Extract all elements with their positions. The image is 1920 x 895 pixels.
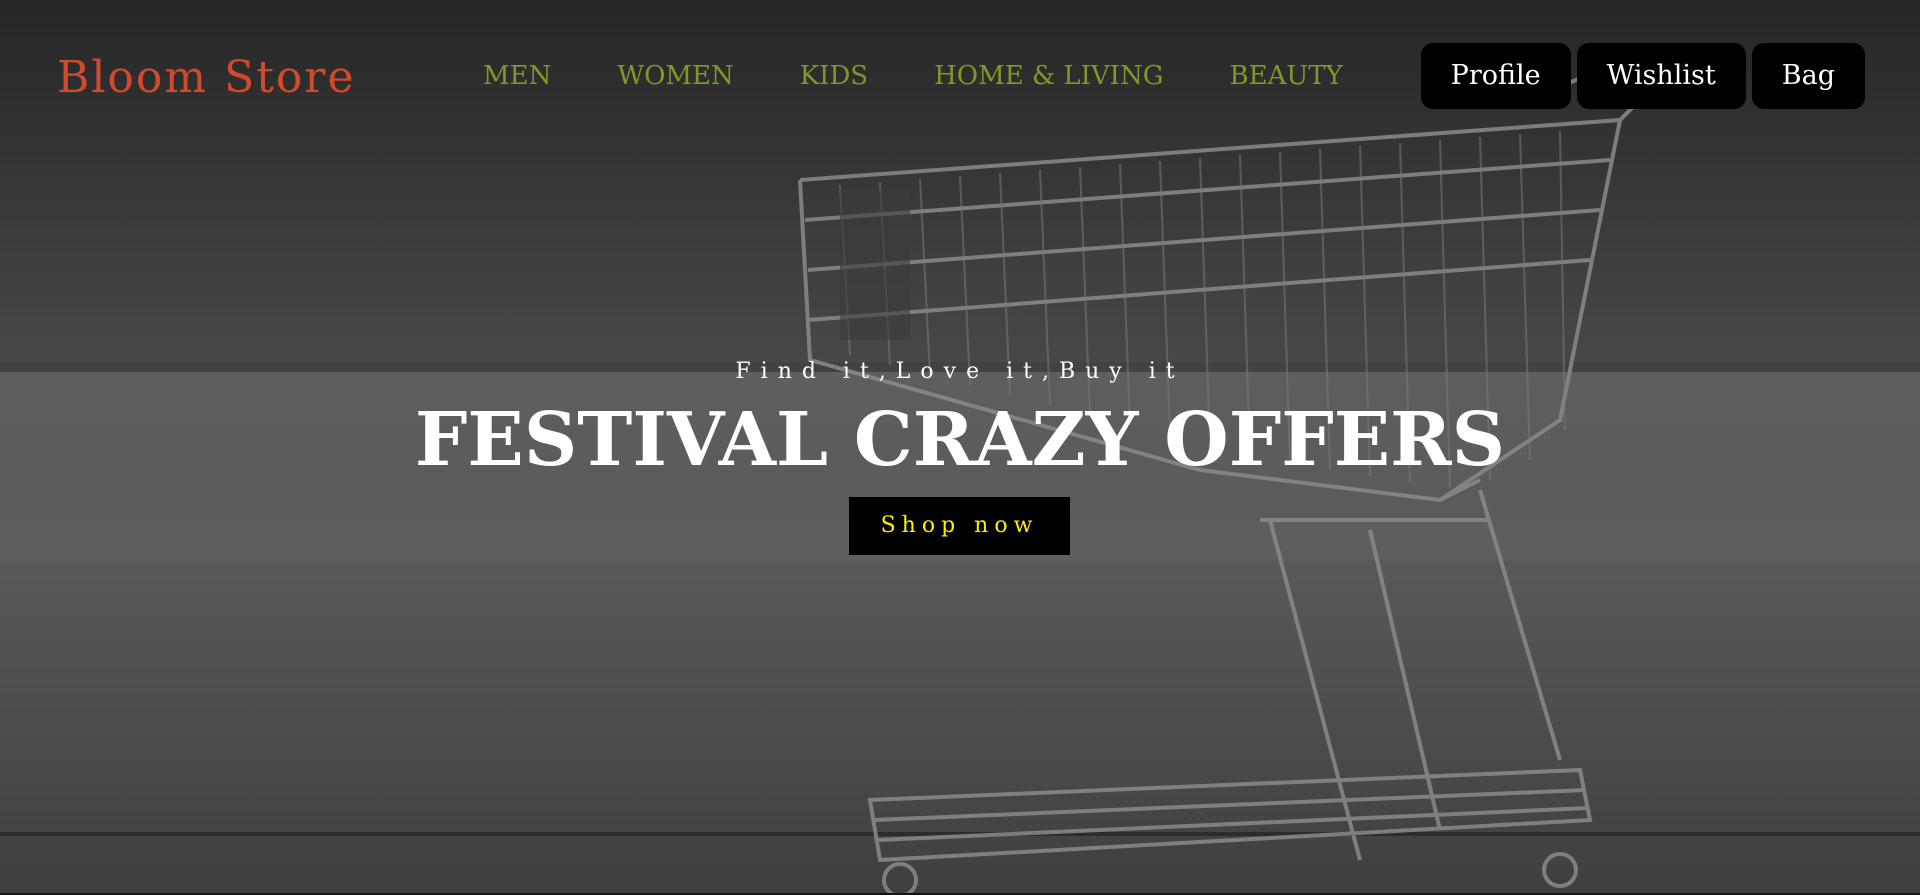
nav-link-beauty[interactable]: BEAUTY — [1229, 56, 1342, 96]
top-navigation: Bloom Store MEN WOMEN KIDS HOME & LIVING… — [0, 0, 1920, 152]
account-actions: Profile Wishlist Bag — [1420, 43, 1865, 109]
wishlist-button[interactable]: Wishlist — [1576, 43, 1746, 109]
shop-now-button[interactable]: Shop now — [849, 497, 1070, 555]
bag-button[interactable]: Bag — [1751, 43, 1865, 109]
nav-link-kids[interactable]: KIDS — [800, 56, 868, 96]
brand-logo[interactable]: Bloom Store — [57, 48, 355, 108]
hero-tagline: Find it,Love it,Buy it — [735, 359, 1185, 384]
profile-button[interactable]: Profile — [1420, 43, 1571, 109]
hero-headline: FESTIVAL CRAZY OFFERS — [414, 397, 1506, 483]
nav-link-men[interactable]: MEN — [483, 56, 551, 96]
hero-section: Bloom Store MEN WOMEN KIDS HOME & LIVING… — [0, 0, 1920, 893]
category-nav: MEN WOMEN KIDS HOME & LIVING BEAUTY — [483, 56, 1343, 96]
nav-link-women[interactable]: WOMEN — [617, 56, 733, 96]
nav-link-home-living[interactable]: HOME & LIVING — [934, 56, 1163, 96]
